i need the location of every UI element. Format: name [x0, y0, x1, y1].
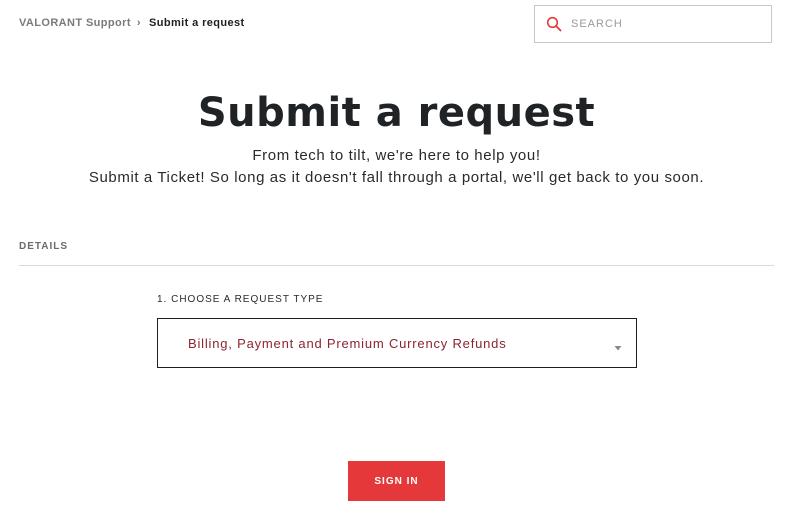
request-type-label: 1. CHOOSE A REQUEST TYPE — [157, 294, 324, 305]
breadcrumb-current: Submit a request — [148, 17, 245, 29]
search-box[interactable] — [534, 5, 772, 43]
details-section-label: DETAILS — [19, 241, 69, 252]
page-title: Submit a request — [197, 90, 596, 136]
breadcrumb-home-link[interactable]: VALORANT Support — [19, 17, 131, 29]
page: VALORANT Support › Submit a request Subm… — [0, 0, 793, 531]
search-icon — [546, 16, 562, 32]
hero-subtitle-line1: From tech to tilt, we're here to help yo… — [252, 147, 541, 164]
hero-subtitle-line2: Submit a Ticket! So long as it doesn't f… — [88, 169, 705, 186]
request-type-selected-value: Billing, Payment and Premium Currency Re… — [188, 335, 507, 351]
breadcrumb-separator: › — [136, 17, 141, 29]
search-input[interactable] — [571, 18, 751, 30]
details-divider — [19, 265, 774, 266]
chevron-down-icon — [614, 339, 622, 351]
sign-in-button[interactable]: SIGN IN — [348, 461, 445, 501]
request-type-select[interactable]: Billing, Payment and Premium Currency Re… — [157, 318, 637, 368]
breadcrumb: VALORANT Support › Submit a request — [19, 17, 245, 29]
